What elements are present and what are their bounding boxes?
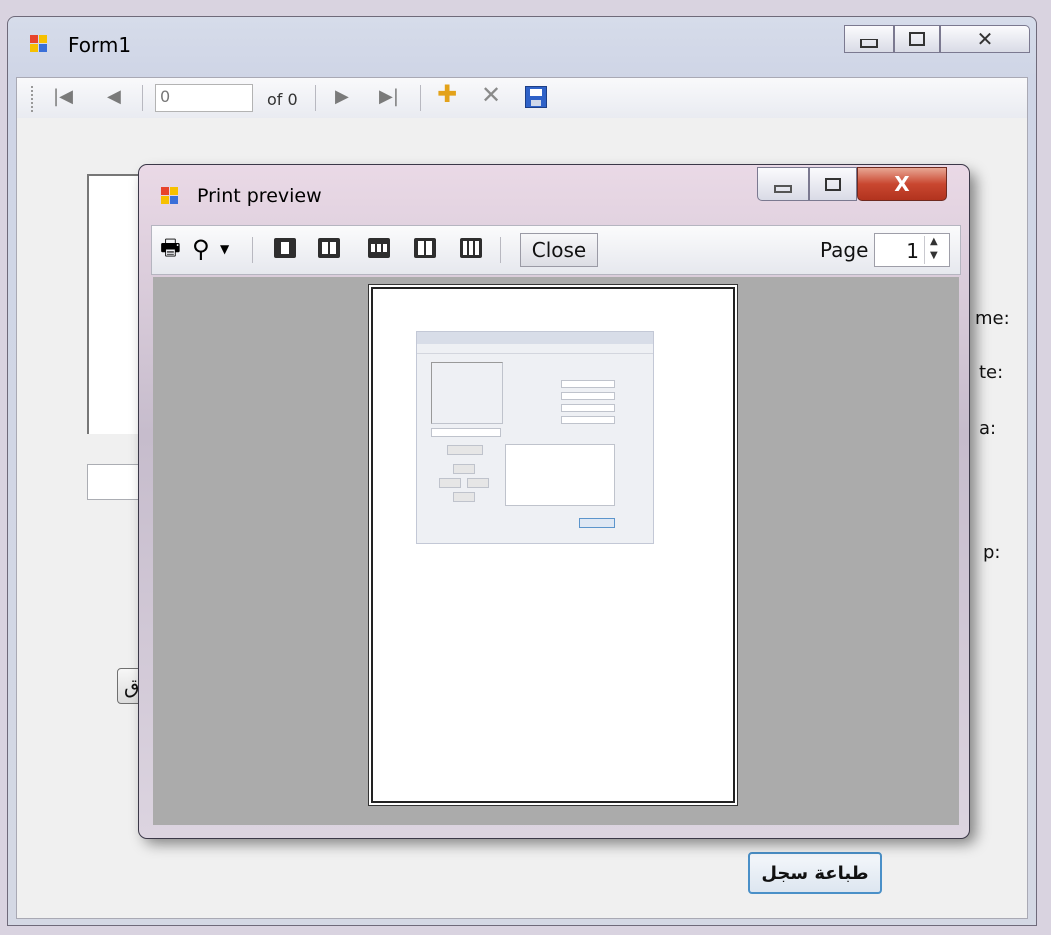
delete-icon[interactable]: ✕: [481, 83, 501, 107]
thumbnail-button: [467, 478, 489, 488]
separator: [315, 85, 316, 111]
spin-up-icon[interactable]: ▲: [930, 236, 938, 247]
save-icon[interactable]: [525, 86, 547, 108]
thumbnail-field: [561, 416, 615, 424]
thumbnail-button: [453, 492, 475, 502]
dialog-app-icon: [161, 187, 179, 205]
add-new-icon[interactable]: ✚: [437, 82, 457, 106]
separator: [420, 85, 421, 111]
minimize-icon: [860, 38, 878, 48]
four-pages-icon[interactable]: [414, 238, 436, 258]
thumbnail-button: [579, 518, 615, 528]
maximize-icon: [909, 32, 925, 46]
preview-toolbar: 🖶 ⚲ ▼ Close Page 1 ▲ ▼: [151, 225, 961, 275]
move-next-icon[interactable]: ▶: [335, 87, 349, 107]
dialog-close-button[interactable]: X: [857, 167, 947, 201]
field-label: me:: [975, 308, 1010, 329]
page-number-value: 1: [906, 239, 919, 263]
one-page-icon[interactable]: [274, 238, 296, 258]
thumbnail-toolbar: [417, 344, 653, 354]
binding-navigator: |◀ ◀ 0 of 0 ▶ ▶| ✚ ✕: [17, 78, 1027, 118]
page-label: Page: [820, 238, 869, 262]
maximize-icon: [825, 177, 841, 191]
thumbnail-button: [447, 445, 483, 455]
two-pages-icon[interactable]: [318, 238, 340, 258]
print-icon[interactable]: 🖶: [160, 238, 184, 260]
thumbnail-titlebar: [417, 332, 653, 344]
form-app-icon: [30, 35, 48, 53]
zoom-icon[interactable]: ⚲: [192, 237, 216, 261]
thumbnail-field: [561, 380, 615, 388]
page-number-stepper[interactable]: 1 ▲ ▼: [874, 233, 950, 267]
count-label: of 0: [267, 90, 298, 109]
dialog-title: Print preview: [197, 185, 322, 207]
close-icon: ✕: [976, 27, 994, 51]
move-first-icon[interactable]: |◀: [53, 87, 73, 107]
form1-close-button[interactable]: ✕: [940, 25, 1030, 53]
form1-maximize-button[interactable]: [894, 25, 940, 53]
field-label: a:: [979, 418, 997, 439]
thumbnail-button: [453, 464, 475, 474]
thumbnail-button: [439, 478, 461, 488]
dialog-maximize-button[interactable]: [809, 167, 857, 201]
form1-minimize-button[interactable]: [844, 25, 894, 53]
preview-area[interactable]: [153, 277, 959, 825]
three-pages-icon[interactable]: [368, 238, 390, 258]
toolbar-grip[interactable]: [31, 86, 36, 112]
move-last-icon[interactable]: ▶|: [379, 87, 399, 107]
close-icon: X: [894, 172, 910, 196]
form1-title: Form1: [68, 33, 132, 57]
thumbnail-field: [561, 392, 615, 400]
separator: [252, 237, 253, 263]
field-label: te:: [979, 362, 1004, 383]
close-preview-button[interactable]: Close: [520, 233, 598, 267]
minimize-icon: [774, 185, 792, 193]
separator: [142, 85, 143, 111]
thumbnail-textarea: [505, 444, 615, 506]
thumbnail-picture: [431, 362, 503, 424]
thumbnail-field: [561, 404, 615, 412]
dialog-minimize-button[interactable]: [757, 167, 809, 201]
position-input[interactable]: 0: [155, 84, 253, 112]
move-previous-icon[interactable]: ◀: [107, 87, 121, 107]
print-preview-dialog: Print preview X 🖶 ⚲ ▼ Close Page 1 ▲ ▼: [138, 164, 970, 839]
separator: [500, 237, 501, 263]
chevron-down-icon[interactable]: ▼: [220, 238, 234, 260]
field-label: p:: [983, 542, 1001, 563]
spin-buttons[interactable]: ▲ ▼: [924, 236, 947, 264]
form-snapshot-thumbnail: [416, 331, 654, 544]
six-pages-icon[interactable]: [460, 238, 482, 258]
spin-down-icon[interactable]: ▼: [930, 250, 938, 261]
preview-page: [369, 285, 737, 805]
print-record-button[interactable]: طباعة سجل: [748, 852, 882, 894]
thumbnail-field: [431, 428, 501, 437]
